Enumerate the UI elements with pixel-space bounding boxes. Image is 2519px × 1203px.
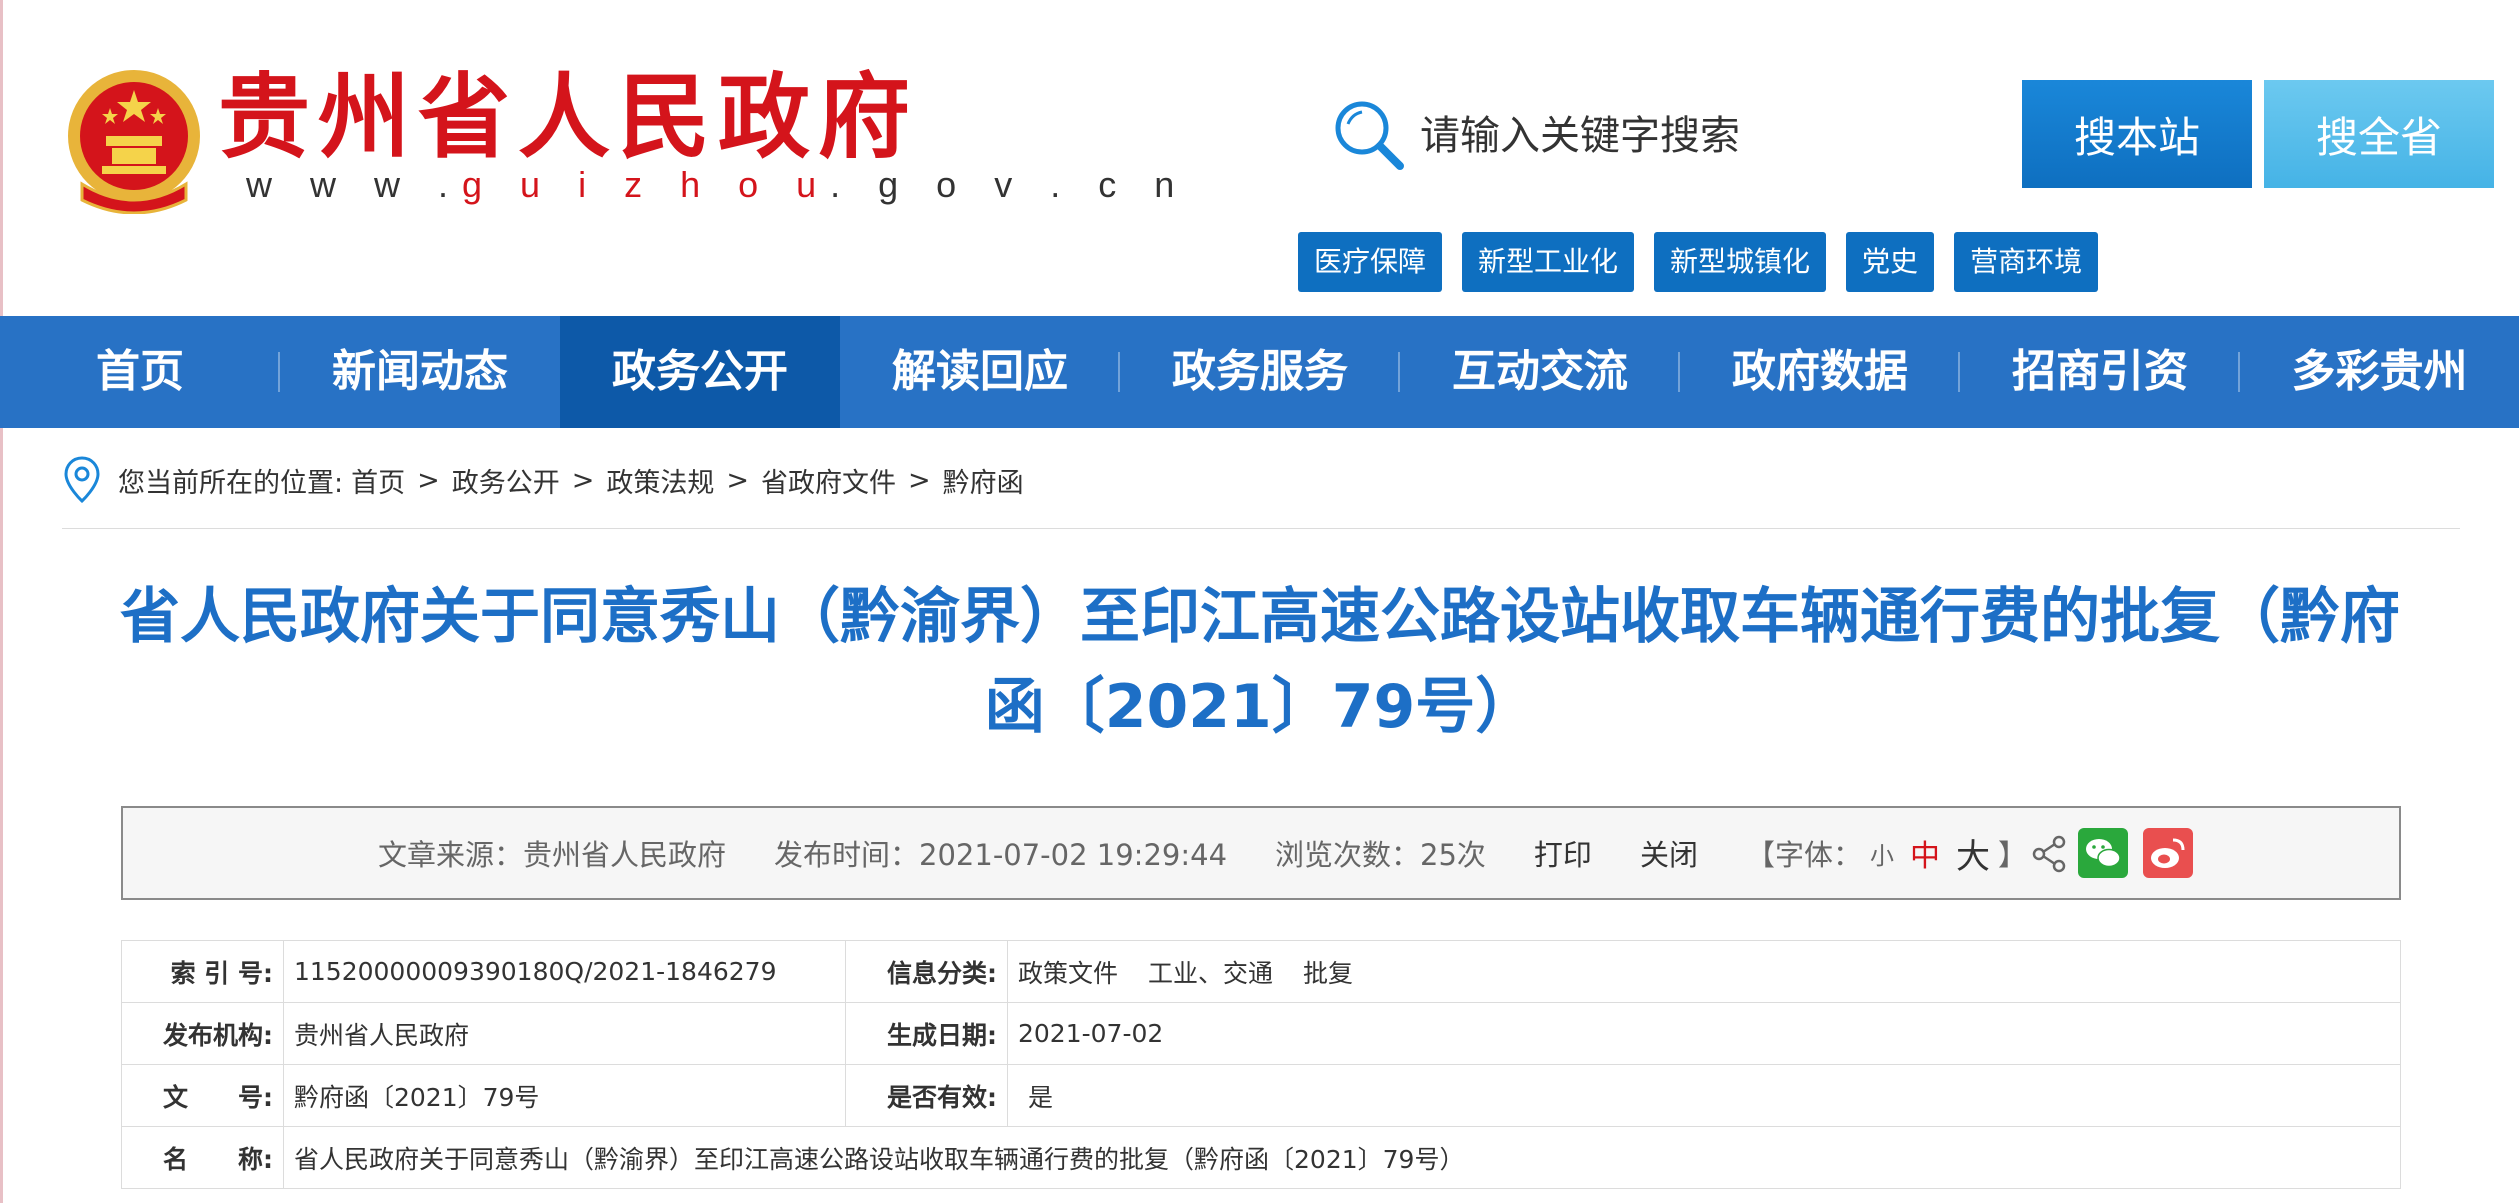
category-item: 工业、交通 — [1148, 958, 1274, 988]
font-size-large-button[interactable]: 大 — [1956, 829, 1990, 878]
nav-interpretation[interactable]: 解读回应 — [840, 316, 1120, 428]
category-value: 政策文件 工业、交通 批复 — [1007, 940, 2401, 1003]
table-row: 文 号: 黔府函〔2021〕79号 是否有效: 是 — [121, 1064, 2401, 1127]
breadcrumb-item-gov-affairs-open[interactable]: 政务公开 — [452, 461, 560, 500]
close-button[interactable]: 关闭 — [1640, 832, 1698, 874]
document-title: 省人民政府关于同意秀山（黔渝界）至印江高速公路设站收取车辆通行费的批复（黔府函〔… — [120, 582, 2400, 742]
nav-home[interactable]: 首页 — [0, 316, 280, 428]
doc-number-label: 文 号: — [121, 1064, 284, 1127]
wechat-glyph-icon — [2086, 839, 2121, 868]
validity-value: 是 — [1007, 1064, 2401, 1127]
document-info-table: 索 引 号: 11520000009390180Q/2021-1846279 信… — [121, 940, 2401, 1189]
nav-label: 新闻动态 — [332, 346, 508, 397]
nav-gov-services[interactable]: 政务服务 — [1120, 316, 1400, 428]
font-size-label-end: 】 — [1997, 838, 2027, 872]
nav-label: 多彩贵州 — [2291, 346, 2468, 397]
index-no-value: 11520000009390180Q/2021-1846279 — [283, 940, 846, 1003]
main-nav: 首页 新闻动态 政务公开 解读回应 政务服务 互动交流 政府数据 招商引资 多彩… — [0, 316, 2519, 428]
breadcrumb-prefix: 您当前所在的位置: — [118, 467, 344, 499]
meta-info: 文章来源：贵州省人民政府 发布时间：2021-07-02 19:29:44 浏览… — [378, 808, 2027, 898]
validity-label: 是否有效: — [845, 1064, 1008, 1127]
search-site-button[interactable]: 搜本站 — [2022, 80, 2252, 188]
breadcrumb-item-home[interactable]: 首页 — [351, 461, 405, 500]
national-emblem-icon[interactable] — [62, 66, 206, 214]
site-title[interactable]: 贵州省人民政府 — [218, 62, 918, 172]
date-value: 2021-07-02 — [1007, 1002, 2401, 1065]
tag-new-industrialization[interactable]: 新型工业化 — [1462, 232, 1635, 292]
breadcrumb-separator: > — [571, 464, 595, 496]
font-size-medium-button[interactable]: 中 — [1910, 831, 1940, 875]
tag-party-history[interactable]: 党史 — [1846, 232, 1935, 292]
issuer-value: 贵州省人民政府 — [283, 1002, 846, 1065]
article-meta-bar: 文章来源：贵州省人民政府 发布时间：2021-07-02 19:29:44 浏览… — [121, 806, 2401, 900]
breadcrumb-item-provincial-docs[interactable]: 省政府文件 — [761, 461, 896, 500]
doc-name-value: 省人民政府关于同意秀山（黔渝界）至印江高速公路设站收取车辆通行费的批复（黔府函〔… — [283, 1126, 2401, 1189]
nav-label: 招商引资 — [2012, 346, 2188, 397]
tag-new-urbanization[interactable]: 新型城镇化 — [1654, 232, 1827, 292]
nav-investment[interactable]: 招商引资 — [1960, 316, 2240, 428]
breadcrumb: 您当前所在的位置: 首页 > 政务公开 > 政策法规 > 省政府文件 > 黔府函 — [62, 452, 1024, 508]
nav-label: 首页 — [96, 346, 184, 397]
date-label: 生成日期: — [845, 1002, 1008, 1065]
nav-label: 政府数据 — [1732, 346, 1908, 397]
weibo-glyph-icon — [2151, 838, 2185, 868]
site-domain-suffix: . g o v . c n — [830, 164, 1189, 205]
category-item: 政策文件 — [1018, 958, 1119, 988]
site-header: 贵州省人民政府 w w w .g u i z h o u. g o v . c … — [0, 0, 2519, 316]
nav-label: 政务服务 — [1172, 346, 1348, 397]
site-domain: w w w .g u i z h o u. g o v . c n — [246, 164, 1188, 206]
wechat-share-icon[interactable] — [2078, 828, 2128, 878]
weibo-share-icon[interactable] — [2143, 828, 2193, 878]
nav-label: 互动交流 — [1452, 346, 1628, 397]
site-domain-highlight: g u i z h o u — [462, 164, 831, 205]
view-count: 浏览次数：25次 — [1275, 838, 1486, 872]
breadcrumb-separator: > — [907, 464, 931, 496]
search-icon[interactable] — [1330, 96, 1406, 172]
table-row: 发布机构: 贵州省人民政府 生成日期: 2021-07-02 — [121, 1002, 2401, 1065]
breadcrumb-separator: > — [417, 464, 440, 496]
publish-time: 发布时间：2021-07-02 19:29:44 — [774, 838, 1228, 872]
font-size-small-button[interactable]: 小 — [1870, 836, 1894, 871]
nav-gov-data[interactable]: 政府数据 — [1680, 316, 1960, 428]
nav-interaction[interactable]: 互动交流 — [1400, 316, 1680, 428]
location-pin-icon — [64, 456, 100, 504]
nav-label: 解读回应 — [892, 346, 1068, 397]
site-domain-prefix: w w w . — [246, 164, 463, 205]
tag-business-environment[interactable]: 营商环境 — [1954, 232, 2099, 292]
nav-colorful-guizhou[interactable]: 多彩贵州 — [2240, 316, 2519, 428]
article-source: 文章来源：贵州省人民政府 — [378, 838, 727, 872]
category-label: 信息分类: — [845, 940, 1008, 1003]
table-row: 索 引 号: 11520000009390180Q/2021-1846279 信… — [121, 940, 2401, 1003]
breadcrumb-item-qianfuhan[interactable]: 黔府函 — [943, 461, 1024, 500]
doc-number-value: 黔府函〔2021〕79号 — [283, 1064, 846, 1127]
breadcrumb-divider — [62, 528, 2460, 529]
index-no-label: 索 引 号: — [121, 940, 284, 1003]
table-row: 名 称: 省人民政府关于同意秀山（黔渝界）至印江高速公路设站收取车辆通行费的批复… — [121, 1126, 2401, 1189]
issuer-label: 发布机构: — [121, 1002, 284, 1065]
tag-medical-insurance[interactable]: 医疗保障 — [1298, 232, 1443, 292]
nav-gov-affairs-open[interactable]: 政务公开 — [560, 316, 840, 428]
breadcrumb-item-policies[interactable]: 政策法规 — [606, 461, 714, 500]
nav-label: 政务公开 — [612, 346, 788, 397]
search-province-button[interactable]: 搜全省 — [2264, 80, 2494, 188]
breadcrumb-separator: > — [726, 464, 749, 496]
print-button[interactable]: 打印 — [1534, 832, 1592, 874]
share-icon[interactable] — [2031, 834, 2067, 874]
category-item: 批复 — [1303, 958, 1354, 988]
nav-news[interactable]: 新闻动态 — [280, 316, 560, 428]
font-size-label: 【字体： — [1745, 838, 1862, 872]
topic-tags: 医疗保障 新型工业化 新型城镇化 党史 营商环境 — [1298, 232, 2099, 292]
search-input[interactable] — [1420, 104, 1980, 168]
doc-name-label: 名 称: — [121, 1126, 284, 1189]
